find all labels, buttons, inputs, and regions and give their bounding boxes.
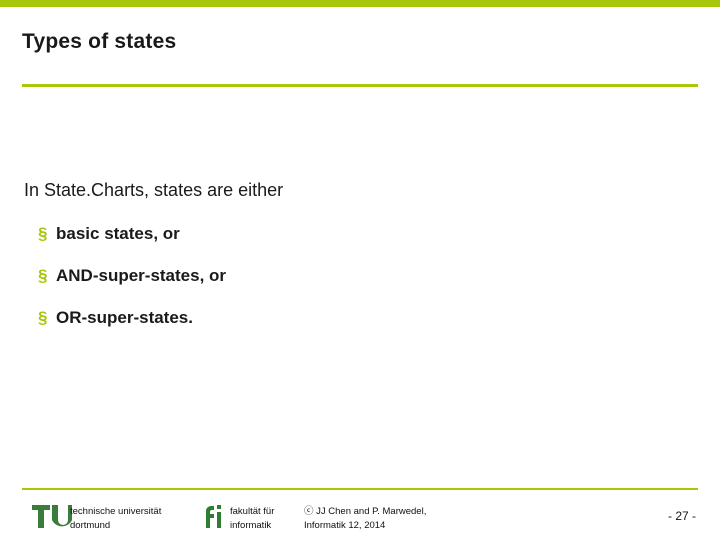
title-divider [22,84,698,87]
footer-divider [22,488,698,490]
bullet-marker-icon: § [38,223,48,243]
lead-text: In State.Charts, states are either [24,180,284,200]
list-item: § basic states, or [24,224,694,244]
slide-footer: technische universität dortmund fakultät… [22,496,698,536]
bullet-marker-icon: § [38,265,48,285]
bullet-text: AND-super-states, or [56,265,227,285]
fakultaet-informatik-logo-icon [200,502,228,530]
footer-copyright-text: ⓒ JJ Chen and P. Marwedel, Informatik 12… [304,506,427,531]
bullet-text: OR-super-states. [56,308,193,328]
slide: Types of states In State.Charts, states … [0,0,720,540]
tu-dortmund-logo-icon [30,501,72,531]
bullet-text: basic states, or [56,223,180,243]
page-number: - 27 - [667,509,696,523]
list-item: § AND-super-states, or [24,266,694,286]
footer-university-text: technische universität dortmund [70,506,162,531]
top-accent-bar [0,0,720,7]
list-item: § OR-super-states. [24,308,694,328]
bullet-marker-icon: § [38,308,48,328]
page-title: Types of states [22,30,177,53]
footer-faculty-text: fakultät für informatik [230,506,275,531]
slide-body: In State.Charts, states are either § bas… [24,180,694,351]
